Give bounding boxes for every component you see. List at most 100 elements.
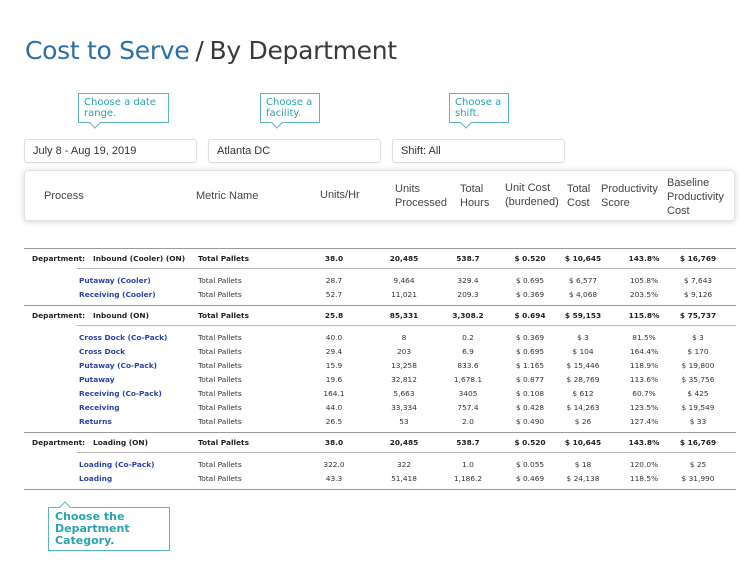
metric-name: Total Pallets [198,311,249,320]
department-name[interactable]: Inbound (Cooler) (ON) [93,254,185,263]
department-label: Department: [32,438,86,447]
cell-units-hr: 38.0 [324,254,344,263]
metric-name: Total Pallets [198,403,242,412]
department-name[interactable]: Loading (ON) [93,438,148,447]
department-label: Department: [32,311,86,320]
col-label-line: Units [395,183,421,195]
cell-unit-cost: $ 1.165 [515,361,545,370]
col-units-processed[interactable]: Units Processed [395,182,447,210]
cell-unit-cost: $ 0.369 [515,333,545,342]
cell-total-hours: 1,186.2 [453,474,483,483]
cell-total-cost: $ 24,138 [566,474,600,483]
cell-total-cost: $ 10,645 [564,438,602,447]
cell-baseline-cost: $ 19,549 [681,403,715,412]
process-row: Returns Total Pallets 26.5 53 2.0 $ 0.490 $ 26… [24,414,736,428]
cell-unit-cost: $ 0.877 [515,375,545,384]
cell-baseline-cost: $ 170 [687,347,709,356]
cell-units-processed: 322 [396,460,412,469]
cell-units-hr: 28.7 [325,276,343,285]
title-main[interactable]: Cost to Serve [25,36,190,65]
process-row: Cross Dock (Co-Pack) Total Pallets 40.0 8 0.… [24,330,736,344]
department-row[interactable]: Department: Loading (ON) Total Pallets 38.0… [24,433,736,452]
process-row: Receiving (Co-Pack) Total Pallets 164.1 5,6… [24,386,736,400]
metric-name: Total Pallets [198,276,242,285]
cell-unit-cost: $ 0.055 [515,460,545,469]
department-row[interactable]: Department: Inbound (ON) Total Pallets 25.8… [24,306,736,325]
cell-units-hr: 15.9 [325,361,343,370]
col-label-line: Unit Cost [505,182,551,194]
process-link[interactable]: Cross Dock [79,347,125,356]
department-table: Department: Inbound (Cooler) (ON) Total Pa… [24,248,736,490]
metric-name: Total Pallets [198,460,242,469]
process-link[interactable]: Returns [79,417,112,426]
cell-units-processed: 9,464 [393,276,415,285]
cell-total-hours: 1.0 [462,460,474,469]
cell-baseline-cost: $ 75,737 [679,311,717,320]
cell-units-hr: 29.4 [325,347,343,356]
process-row: Cross Dock Total Pallets 29.4 203 6.9 $ 0.695… [24,344,736,358]
department-row[interactable]: Department: Inbound (Cooler) (ON) Total Pa… [24,249,736,268]
process-link[interactable]: Receiving (Cooler) [79,290,156,299]
process-link[interactable]: Putaway (Cooler) [79,276,151,285]
col-total-hours[interactable]: Total Hours [460,182,489,210]
cell-total-cost: $ 104 [572,347,594,356]
cell-prod-score: 105.8% [629,276,659,285]
col-productivity-score[interactable]: Productivity Score [601,182,658,210]
department-name[interactable]: Inbound (ON) [93,311,149,320]
cell-units-processed: 33,334 [391,403,417,412]
process-link[interactable]: Receiving (Co-Pack) [79,389,162,398]
col-baseline-cost[interactable]: Baseline Productivity Cost [667,176,724,218]
table-header: Process Metric Name Units/Hr Units Proces… [24,170,735,221]
cell-prod-score: 60.7% [632,389,656,398]
date-range-select[interactable]: July 8 - Aug 19, 2019 [24,139,197,163]
process-link[interactable]: Loading (Co-Pack) [79,460,155,469]
cell-unit-cost: $ 0.490 [515,417,545,426]
cell-units-hr: 40.0 [325,333,343,342]
cell-total-cost: $ 612 [572,389,594,398]
col-unit-cost[interactable]: Unit Cost (burdened) [505,181,559,209]
cell-unit-cost: $ 0.520 [514,254,546,263]
cell-units-hr: 25.8 [324,311,344,320]
col-label-line: Productivity [667,191,724,203]
cell-baseline-cost: $ 19,800 [681,361,715,370]
callout-date-range: Choose a date range. [78,93,169,123]
cell-total-cost: $ 18 [574,460,592,469]
cell-prod-score: 118.9% [629,361,659,370]
cell-total-hours: 833.6 [457,361,479,370]
cell-total-hours: 329.4 [457,276,479,285]
department-label: Department: [32,254,86,263]
cell-units-hr: 52.7 [325,290,343,299]
cell-total-cost: $ 3 [577,333,589,342]
col-metric-name[interactable]: Metric Name [196,189,258,203]
col-total-cost[interactable]: Total Cost [567,182,590,210]
cell-total-hours: 3405 [458,389,478,398]
col-label-line: Score [601,197,630,209]
cell-baseline-cost: $ 31,990 [681,474,715,483]
cell-units-hr: 38.0 [324,438,344,447]
cell-prod-score: 143.8% [628,438,660,447]
cell-baseline-cost: $ 7,643 [683,276,713,285]
process-link[interactable]: Putaway (Co-Pack) [79,361,157,370]
process-link[interactable]: Cross Dock (Co-Pack) [79,333,167,342]
cell-unit-cost: $ 0.520 [514,438,546,447]
cell-units-processed: 11,021 [391,290,417,299]
process-link[interactable]: Putaway [79,375,115,384]
facility-select[interactable]: Atlanta DC [208,139,381,163]
cell-baseline-cost: $ 35,756 [681,375,715,384]
cell-prod-score: 127.4% [629,417,659,426]
col-units-hr[interactable]: Units/Hr [320,188,360,202]
cell-prod-score: 118.5% [629,474,659,483]
cell-total-hours: 209.3 [457,290,479,299]
shift-select[interactable]: Shift: All [392,139,565,163]
process-link[interactable]: Receiving [79,403,120,412]
metric-name: Total Pallets [198,389,242,398]
metric-name: Total Pallets [198,333,242,342]
process-link[interactable]: Loading [79,474,112,483]
cell-baseline-cost: $ 3 [692,333,704,342]
metric-name: Total Pallets [198,347,242,356]
process-row: Loading (Co-Pack) Total Pallets 322.0 322 1.… [24,457,736,471]
cell-baseline-cost: $ 9,126 [683,290,713,299]
col-process[interactable]: Process [44,189,84,203]
cell-baseline-cost: $ 25 [689,460,707,469]
process-row: Loading Total Pallets 43.3 51,418 1,186.2 $ 0… [24,471,736,485]
